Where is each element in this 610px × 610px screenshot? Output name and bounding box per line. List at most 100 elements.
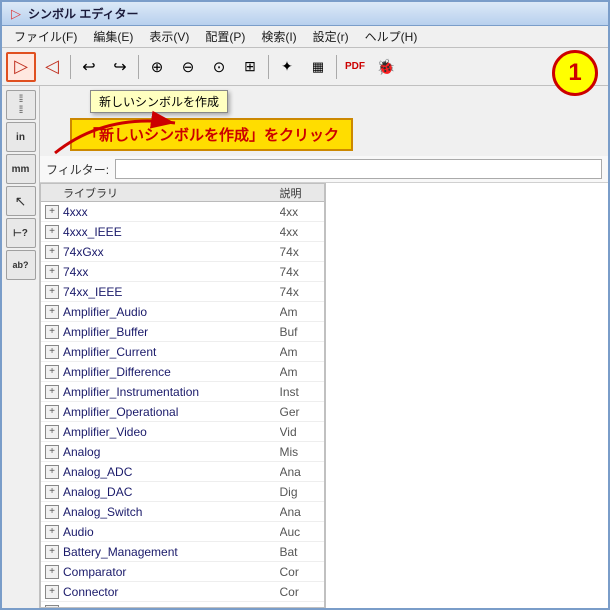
expand-icon[interactable]: + bbox=[45, 565, 59, 579]
separator1 bbox=[70, 55, 71, 79]
zoom-area-button[interactable]: ⊞ bbox=[235, 52, 265, 82]
redo-button[interactable]: ↪ bbox=[105, 52, 135, 82]
expand-icon[interactable]: + bbox=[45, 505, 59, 519]
expand-icon[interactable]: + bbox=[45, 545, 59, 559]
list-item[interactable]: + Comparator Cor bbox=[41, 562, 324, 582]
lib-short: Ger bbox=[280, 405, 320, 419]
grid-button[interactable]: ⁞⁞⁞⁞ bbox=[6, 90, 36, 120]
list-item[interactable]: + 4xxx 4xx bbox=[41, 202, 324, 222]
expand-icon[interactable]: + bbox=[45, 465, 59, 479]
lib-name: Amplifier_Video bbox=[63, 425, 280, 439]
list-item[interactable]: + Amplifier_Instrumentation Inst bbox=[41, 382, 324, 402]
lib-name: Amplifier_Difference bbox=[63, 365, 280, 379]
lib-short: Am bbox=[280, 365, 320, 379]
list-item[interactable]: + Analog_ADC Ana bbox=[41, 462, 324, 482]
list-item[interactable]: + Battery_Management Bat bbox=[41, 542, 324, 562]
expand-icon[interactable]: + bbox=[45, 365, 59, 379]
menu-help[interactable]: ヘルプ(H) bbox=[357, 26, 426, 47]
text-button[interactable]: ab? bbox=[6, 250, 36, 280]
menu-settings[interactable]: 設定(r) bbox=[305, 26, 357, 47]
list-item[interactable]: + 74xGxx 74x bbox=[41, 242, 324, 262]
expand-icon[interactable]: + bbox=[45, 245, 59, 259]
title-icon: ▷ bbox=[8, 6, 24, 22]
tooltip-popup: 新しいシンボルを作成 bbox=[90, 90, 228, 113]
cursor-button[interactable]: ↖ bbox=[6, 186, 36, 216]
lib-short: Buf bbox=[280, 325, 320, 339]
separator4 bbox=[336, 55, 337, 79]
list-item[interactable]: + Amplifier_Current Am bbox=[41, 342, 324, 362]
expand-icon[interactable]: + bbox=[45, 225, 59, 239]
lib-name: Amplifier_Buffer bbox=[63, 325, 280, 339]
expand-icon[interactable]: + bbox=[45, 325, 59, 339]
filter-label: フィルター: bbox=[46, 161, 109, 178]
lib-name: Analog_Switch bbox=[63, 505, 280, 519]
canvas-area[interactable] bbox=[325, 183, 609, 608]
undo-button[interactable]: ↩ bbox=[74, 52, 104, 82]
list-item[interactable]: + Amplifier_Audio Am bbox=[41, 302, 324, 322]
list-item[interactable]: + Analog Mis bbox=[41, 442, 324, 462]
expand-icon[interactable]: + bbox=[45, 265, 59, 279]
callout-text: 「新しいシンボルを作成」をクリック bbox=[84, 127, 339, 144]
list-item[interactable]: + 4xxx_IEEE 4xx bbox=[41, 222, 324, 242]
lib-short: Bat bbox=[280, 545, 320, 559]
inch-button[interactable]: in bbox=[6, 122, 36, 152]
list-item[interactable]: + Analog_Switch Ana bbox=[41, 502, 324, 522]
tool1-button[interactable]: ✦ bbox=[272, 52, 302, 82]
expand-icon[interactable]: + bbox=[45, 405, 59, 419]
expand-icon[interactable]: + bbox=[45, 485, 59, 499]
menu-bar: ファイル(F) 編集(E) 表示(V) 配置(P) 検索(I) 設定(r) ヘル… bbox=[2, 26, 608, 48]
lib-name: Connector bbox=[63, 585, 280, 599]
lib-name: 4xxx bbox=[63, 205, 280, 219]
expand-icon[interactable]: + bbox=[45, 605, 59, 609]
list-item[interactable]: + Connector Cor bbox=[41, 582, 324, 602]
mm-button[interactable]: mm bbox=[6, 154, 36, 184]
content-area: 新しいシンボルを作成 「新しいシンボルを作成」をクリック フィルター: bbox=[40, 86, 608, 608]
expand-icon[interactable]: + bbox=[45, 205, 59, 219]
zoom-out-button[interactable]: ⊖ bbox=[173, 52, 203, 82]
zoom-in-button[interactable]: ⊕ bbox=[142, 52, 172, 82]
menu-file[interactable]: ファイル(F) bbox=[6, 26, 85, 47]
list-item[interactable]: + Analog_DAC Dig bbox=[41, 482, 324, 502]
list-item[interactable]: + Amplifier_Video Vid bbox=[41, 422, 324, 442]
tooltip-text: 新しいシンボルを作成 bbox=[99, 95, 219, 109]
separator3 bbox=[268, 55, 269, 79]
expand-icon[interactable]: + bbox=[45, 345, 59, 359]
expand-icon[interactable]: + bbox=[45, 305, 59, 319]
expand-icon[interactable]: + bbox=[45, 385, 59, 399]
menu-inspect[interactable]: 検索(I) bbox=[253, 26, 304, 47]
list-item[interactable]: + Audio Auc bbox=[41, 522, 324, 542]
list-item[interactable]: + Amplifier_Buffer Buf bbox=[41, 322, 324, 342]
zoom-fit-button[interactable]: ⊙ bbox=[204, 52, 234, 82]
lib-short: 4xx bbox=[280, 225, 320, 239]
lib-short: Ger bbox=[280, 605, 320, 609]
filter-input[interactable] bbox=[115, 159, 602, 179]
lib-name: Amplifier_Operational bbox=[63, 405, 280, 419]
pin-button[interactable]: ⊢? bbox=[6, 218, 36, 248]
lib-name: Analog bbox=[63, 445, 280, 459]
tool2-button[interactable]: ▦ bbox=[303, 52, 333, 82]
new-symbol-button[interactable]: ▷ bbox=[6, 52, 36, 82]
list-item[interactable]: + Connector_Generic Ger bbox=[41, 602, 324, 608]
lib-short: Am bbox=[280, 345, 320, 359]
lib-short: Auc bbox=[280, 525, 320, 539]
library-list: ライブラリ 説明 + 4xxx 4xx + 4xxx_IEEE 4xx bbox=[40, 183, 325, 608]
lib-name: 4xxx_IEEE bbox=[63, 225, 280, 239]
menu-view[interactable]: 表示(V) bbox=[141, 26, 197, 47]
expand-icon[interactable]: + bbox=[45, 445, 59, 459]
open-button[interactable]: ◁ bbox=[37, 52, 67, 82]
lib-name: 74xGxx bbox=[63, 245, 280, 259]
toolbar: ▷ ◁ ↩ ↪ ⊕ ⊖ ⊙ ⊞ ✦ ▦ PDF 🐞 1 bbox=[2, 48, 608, 86]
menu-edit[interactable]: 編集(E) bbox=[85, 26, 141, 47]
menu-place[interactable]: 配置(P) bbox=[197, 26, 253, 47]
list-item[interactable]: + Amplifier_Operational Ger bbox=[41, 402, 324, 422]
expand-icon[interactable]: + bbox=[45, 585, 59, 599]
debug-button[interactable]: 🐞 bbox=[371, 52, 401, 82]
export-pdf-button[interactable]: PDF bbox=[340, 52, 370, 82]
expand-icon[interactable]: + bbox=[45, 285, 59, 299]
list-item[interactable]: + 74xx_IEEE 74x bbox=[41, 282, 324, 302]
expand-icon[interactable]: + bbox=[45, 525, 59, 539]
list-item[interactable]: + 74xx 74x bbox=[41, 262, 324, 282]
expand-icon[interactable]: + bbox=[45, 425, 59, 439]
lib-name: Connector_Generic bbox=[63, 605, 280, 609]
list-item[interactable]: + Amplifier_Difference Am bbox=[41, 362, 324, 382]
